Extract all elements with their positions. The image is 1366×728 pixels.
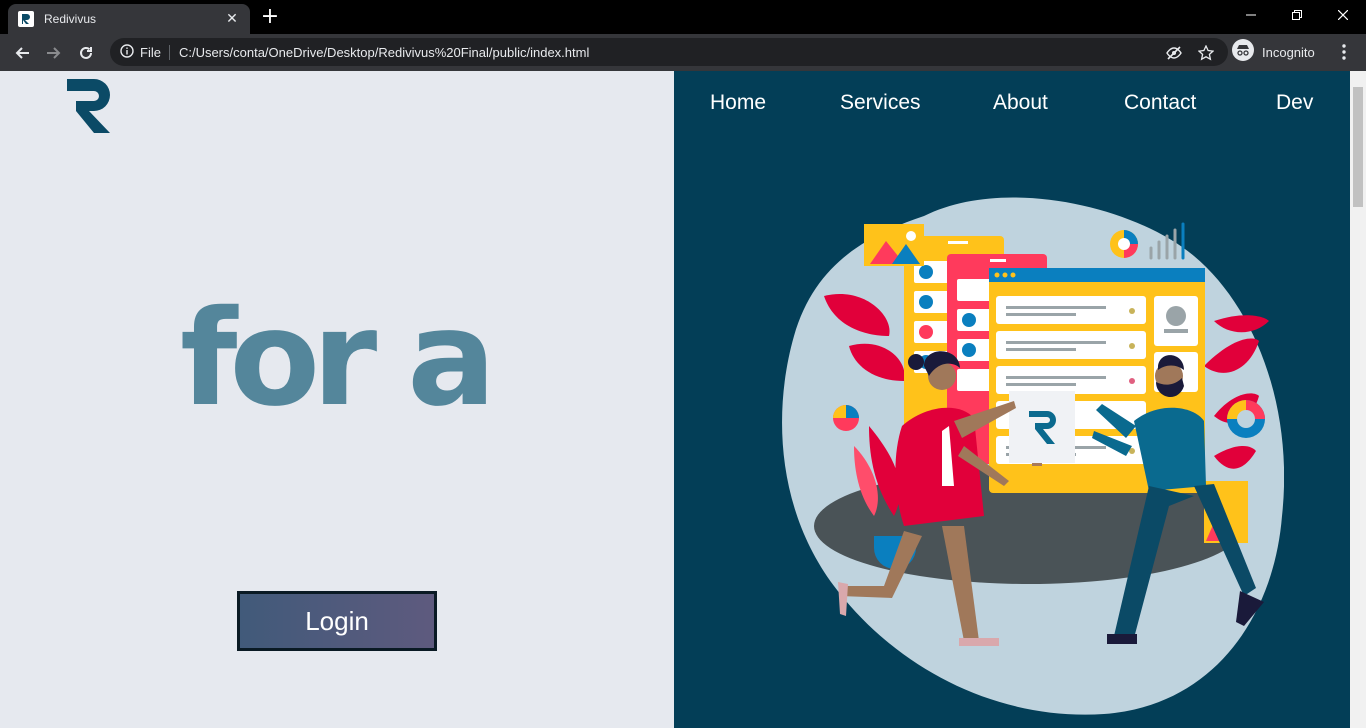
hero-headline: for a	[180, 282, 496, 436]
forward-arrow-icon[interactable]	[40, 39, 68, 67]
team-collaboration-illustration	[782, 197, 1284, 715]
back-arrow-icon[interactable]	[8, 39, 36, 67]
nav-home[interactable]: Home	[710, 91, 766, 115]
tab-title: Redivivus	[44, 12, 97, 26]
hero-left-panel: for a Login	[0, 71, 674, 728]
nav-services[interactable]: Services	[840, 91, 921, 115]
pie-chart-icon	[1110, 230, 1138, 258]
address-url[interactable]: C:/Users/conta/OneDrive/Desktop/Redivivu…	[179, 45, 589, 60]
image-card-icon	[864, 224, 924, 266]
minimize-icon[interactable]	[1228, 0, 1274, 30]
browser-tab[interactable]: Redivivus ✕	[8, 4, 250, 34]
info-icon[interactable]	[120, 43, 134, 62]
tab-close-icon[interactable]: ✕	[224, 11, 240, 27]
nav-contact[interactable]: Contact	[1124, 91, 1196, 115]
page-viewport: for a Login Home Services About Contact …	[0, 71, 1366, 728]
incognito-label: Incognito	[1262, 44, 1315, 60]
hero-right-panel: Home Services About Contact Dev	[674, 71, 1350, 728]
incognito-icon	[1232, 39, 1254, 65]
bookmark-star-icon[interactable]	[1198, 45, 1214, 61]
redivivus-favicon-icon	[18, 11, 34, 27]
reload-icon[interactable]	[72, 39, 100, 67]
close-window-icon[interactable]	[1320, 0, 1366, 30]
tab-strip: Redivivus ✕ +	[0, 0, 1366, 34]
restore-icon[interactable]	[1274, 0, 1320, 30]
incognito-badge[interactable]: Incognito	[1232, 38, 1315, 66]
redivivus-logo[interactable]	[64, 77, 114, 133]
nav-dev[interactable]: Dev	[1276, 91, 1313, 115]
new-tab-button[interactable]: +	[258, 6, 282, 30]
login-button[interactable]: Login	[237, 591, 437, 651]
donut-chart-right-icon	[1227, 400, 1265, 438]
redivivus-card-icon	[1009, 391, 1075, 466]
browser-toolbar: File C:/Users/conta/OneDrive/Desktop/Red…	[0, 34, 1366, 71]
nav-about[interactable]: About	[993, 91, 1048, 115]
small-pie-left-icon	[833, 405, 859, 431]
address-scheme: File	[140, 44, 170, 60]
scrollbar-thumb[interactable]	[1353, 87, 1363, 207]
page-scrollbar[interactable]	[1350, 71, 1366, 728]
more-menu-icon[interactable]	[1334, 40, 1354, 64]
main-nav: Home Services About Contact Dev	[674, 91, 1350, 121]
address-bar[interactable]: File C:/Users/conta/OneDrive/Desktop/Red…	[110, 38, 1228, 66]
tracking-eye-off-icon[interactable]	[1166, 45, 1182, 61]
